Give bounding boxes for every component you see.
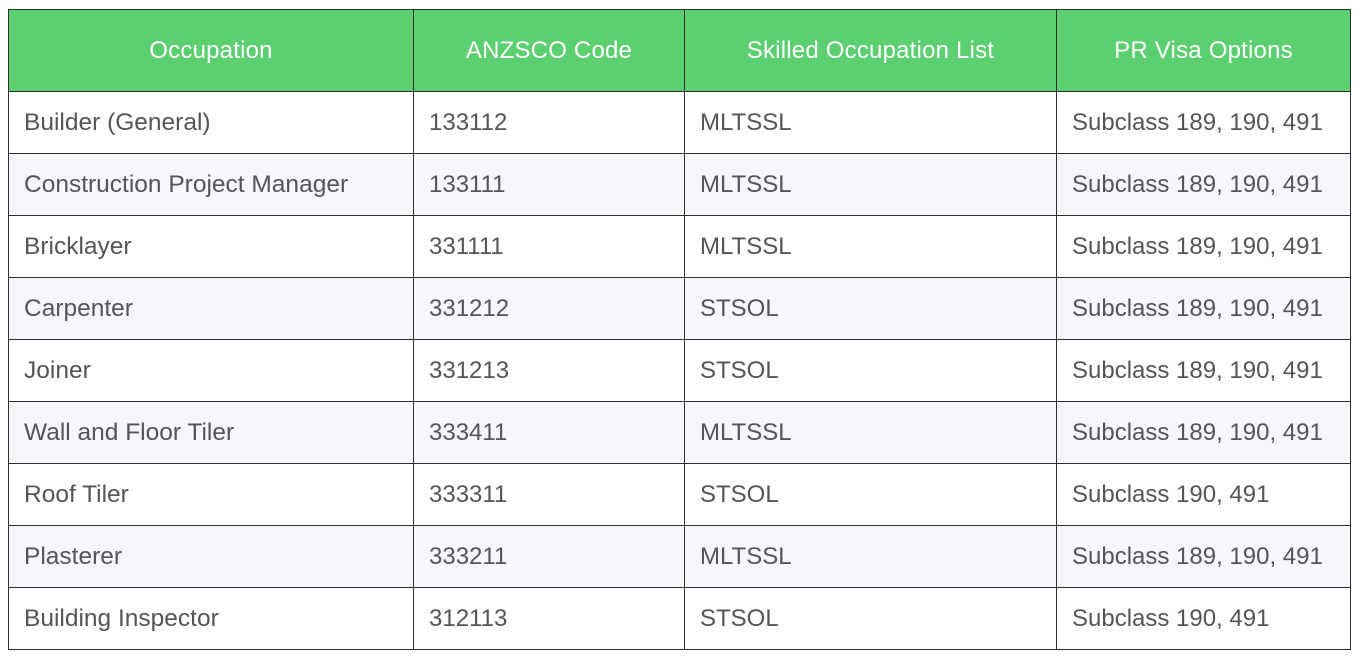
cell-occupation: Builder (General) <box>8 91 414 154</box>
cell-visa-options: Subclass 189, 190, 491 <box>1056 91 1351 154</box>
table-row: Carpenter 331212 STSOL Subclass 189, 190… <box>8 277 1351 340</box>
header-pr-visa-options: PR Visa Options <box>1056 9 1351 92</box>
table-row: Plasterer 333211 MLTSSL Subclass 189, 19… <box>8 525 1351 588</box>
cell-visa-options: Subclass 189, 190, 491 <box>1056 277 1351 340</box>
table-body: Builder (General) 133112 MLTSSL Subclass… <box>8 91 1351 650</box>
cell-occupation-list: STSOL <box>684 339 1057 402</box>
cell-anzsco-code: 333211 <box>413 525 685 588</box>
cell-occupation: Bricklayer <box>8 215 414 278</box>
occupation-table: Occupation ANZSCO Code Skilled Occupatio… <box>8 9 1351 650</box>
cell-visa-options: Subclass 189, 190, 491 <box>1056 339 1351 402</box>
cell-occupation-list: MLTSSL <box>684 525 1057 588</box>
cell-anzsco-code: 133111 <box>413 153 685 216</box>
header-skilled-occupation-list: Skilled Occupation List <box>684 9 1057 92</box>
cell-occupation: Wall and Floor Tiler <box>8 401 414 464</box>
cell-anzsco-code: 331111 <box>413 215 685 278</box>
cell-anzsco-code: 133112 <box>413 91 685 154</box>
cell-anzsco-code: 331212 <box>413 277 685 340</box>
cell-anzsco-code: 333411 <box>413 401 685 464</box>
cell-occupation: Plasterer <box>8 525 414 588</box>
cell-occupation-list: STSOL <box>684 277 1057 340</box>
table-row: Wall and Floor Tiler 333411 MLTSSL Subcl… <box>8 401 1351 464</box>
cell-occupation: Building Inspector <box>8 587 414 650</box>
cell-occupation-list: MLTSSL <box>684 153 1057 216</box>
cell-anzsco-code: 333311 <box>413 463 685 526</box>
table-row: Bricklayer 331111 MLTSSL Subclass 189, 1… <box>8 215 1351 278</box>
header-occupation: Occupation <box>8 9 414 92</box>
table-row: Joiner 331213 STSOL Subclass 189, 190, 4… <box>8 339 1351 402</box>
cell-visa-options: Subclass 190, 491 <box>1056 463 1351 526</box>
cell-occupation: Joiner <box>8 339 414 402</box>
cell-visa-options: Subclass 190, 491 <box>1056 587 1351 650</box>
cell-anzsco-code: 312113 <box>413 587 685 650</box>
table-row: Roof Tiler 333311 STSOL Subclass 190, 49… <box>8 463 1351 526</box>
cell-occupation: Carpenter <box>8 277 414 340</box>
cell-occupation: Roof Tiler <box>8 463 414 526</box>
cell-occupation-list: MLTSSL <box>684 215 1057 278</box>
table-header: Occupation ANZSCO Code Skilled Occupatio… <box>8 9 1351 92</box>
cell-visa-options: Subclass 189, 190, 491 <box>1056 401 1351 464</box>
table-row: Builder (General) 133112 MLTSSL Subclass… <box>8 91 1351 154</box>
cell-occupation: Construction Project Manager <box>8 153 414 216</box>
cell-visa-options: Subclass 189, 190, 491 <box>1056 525 1351 588</box>
cell-occupation-list: MLTSSL <box>684 91 1057 154</box>
header-anzsco-code: ANZSCO Code <box>413 9 685 92</box>
cell-anzsco-code: 331213 <box>413 339 685 402</box>
cell-visa-options: Subclass 189, 190, 491 <box>1056 215 1351 278</box>
table-row: Construction Project Manager 133111 MLTS… <box>8 153 1351 216</box>
table-row: Building Inspector 312113 STSOL Subclass… <box>8 587 1351 650</box>
cell-visa-options: Subclass 189, 190, 491 <box>1056 153 1351 216</box>
cell-occupation-list: MLTSSL <box>684 401 1057 464</box>
header-row: Occupation ANZSCO Code Skilled Occupatio… <box>8 9 1351 92</box>
cell-occupation-list: STSOL <box>684 463 1057 526</box>
cell-occupation-list: STSOL <box>684 587 1057 650</box>
